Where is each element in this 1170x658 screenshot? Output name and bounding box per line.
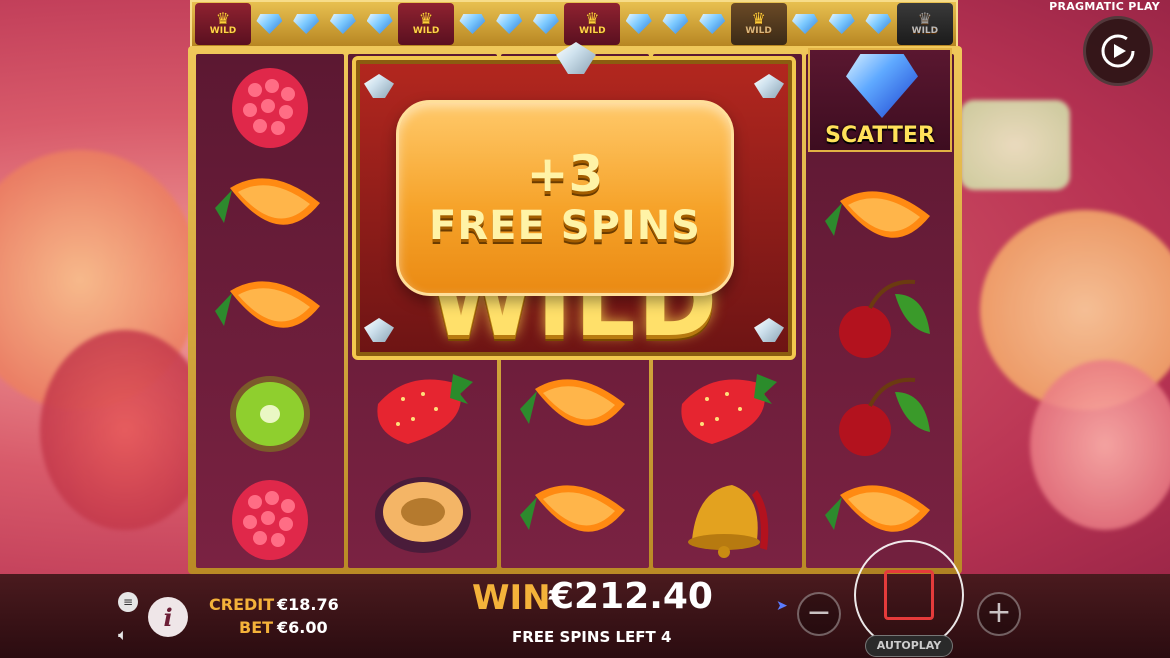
diamond-icon [532,14,559,34]
diamond-icon [792,14,819,34]
free-spins-left: FREE SPINS LEFT 4 [512,628,672,646]
diamond-icon [459,14,486,34]
bet-label: BET [239,618,274,637]
spin-stop-button[interactable] [854,540,964,650]
strawberry-icon [376,374,473,444]
bell-symbol [667,470,787,560]
diamond-symbol [787,3,824,45]
credit-label: CREDIT [209,595,275,614]
diamond-icon [329,14,356,34]
info-button[interactable]: i [148,597,188,637]
diamond-icon [364,318,394,342]
cherry-symbol [820,372,940,462]
orange-slice-icon [520,379,626,426]
scatter-label: SCATTER [825,123,935,148]
diamond-icon [366,14,393,34]
diamond-symbol [491,3,528,45]
credit-value: €18.76 [277,595,339,614]
menu-icon[interactable]: ≡ [118,592,138,612]
orange-slice-icon [215,178,321,225]
top-reel-row: ♛ WILD ♛ WILD ♛ WILD ♛ WILD ♛ WILD [190,0,958,48]
orange-symbol [515,470,635,560]
diamond-icon [293,14,320,34]
sound-icon[interactable]: 🔈︎ [118,625,128,645]
raspberry-symbol [210,60,330,150]
diamond-symbol [694,3,731,45]
top-wild-symbol: ♛ WILD [564,3,621,45]
orange-slice-icon [215,281,321,328]
win-value: €212.40 [549,576,713,617]
background-fruit [960,100,1070,190]
diamond-icon [699,14,726,34]
reel-1 [196,54,345,568]
top-wild-symbol: ♛ WILD [896,3,953,45]
diamond-symbol [325,3,362,45]
free-spins-count: +3 [526,145,604,203]
orange-symbol [515,364,635,454]
diamond-symbol [620,3,657,45]
replay-icon [1101,34,1135,68]
diamond-icon [662,14,689,34]
diamond-icon [364,74,394,98]
mouse-cursor-icon: ➤ [776,598,788,614]
orange-slice-icon [520,485,626,532]
crown-icon: ♛ [418,9,434,28]
kiwi-icon [230,375,311,452]
background-fruit [40,330,210,530]
orange-slice-icon [824,191,930,238]
top-wild-symbol: ♛ WILD [730,3,787,45]
bet-value: €6.00 [277,618,328,637]
diamond-symbol [361,3,398,45]
raspberry-icon [232,479,309,560]
top-wild-symbol: ♛ WILD [195,3,252,45]
increase-bet-button[interactable]: + [977,592,1021,636]
strawberry-icon [681,374,778,444]
plum-symbol [363,470,483,560]
cherry-icon [838,377,930,456]
crown-icon: ♛ [585,9,600,28]
background-fruit [1030,360,1170,530]
strawberry-symbol [667,364,787,454]
diamond-icon [256,14,283,34]
diamond-symbol [823,3,860,45]
orange-symbol [210,163,330,253]
diamond-symbol [251,3,288,45]
bell-icon [688,485,769,558]
diamond-symbol [528,3,565,45]
diamond-icon [496,14,523,34]
scatter-symbol: SCATTER [808,48,952,152]
autoplay-button[interactable]: AUTOPLAY [865,635,953,657]
decrease-bet-button[interactable]: − [797,592,841,636]
diamond-icon [625,14,652,34]
stop-icon [884,570,934,620]
free-spins-popup: +3 FREE SPINS [396,100,734,296]
plum-icon [374,477,471,553]
diamond-symbol [657,3,694,45]
diamond-symbol [860,3,897,45]
diamond-icon [846,54,918,118]
cherry-icon [838,279,930,358]
diamond-symbol [454,3,491,45]
crown-icon: ♛ [215,9,231,28]
replay-button[interactable] [1083,16,1153,86]
cherry-symbol [820,274,940,364]
orange-symbol [820,176,940,266]
brand-logo: PRAGMATIC PLAY [1049,0,1160,13]
kiwi-symbol [210,369,330,459]
diamond-icon [865,14,892,34]
strawberry-symbol [363,364,483,454]
diamond-symbol [288,3,325,45]
crown-icon: ♛ [917,9,933,28]
free-spins-text: FREE SPINS [429,203,701,249]
raspberry-symbol [210,472,330,562]
win-label: WIN [472,578,551,618]
top-wild-symbol: ♛ WILD [398,3,455,45]
orange-symbol [210,266,330,356]
diamond-icon [828,14,855,34]
raspberry-icon [232,68,309,149]
diamond-icon [754,74,784,98]
crown-icon: ♛ [751,9,766,28]
diamond-icon [754,318,784,342]
